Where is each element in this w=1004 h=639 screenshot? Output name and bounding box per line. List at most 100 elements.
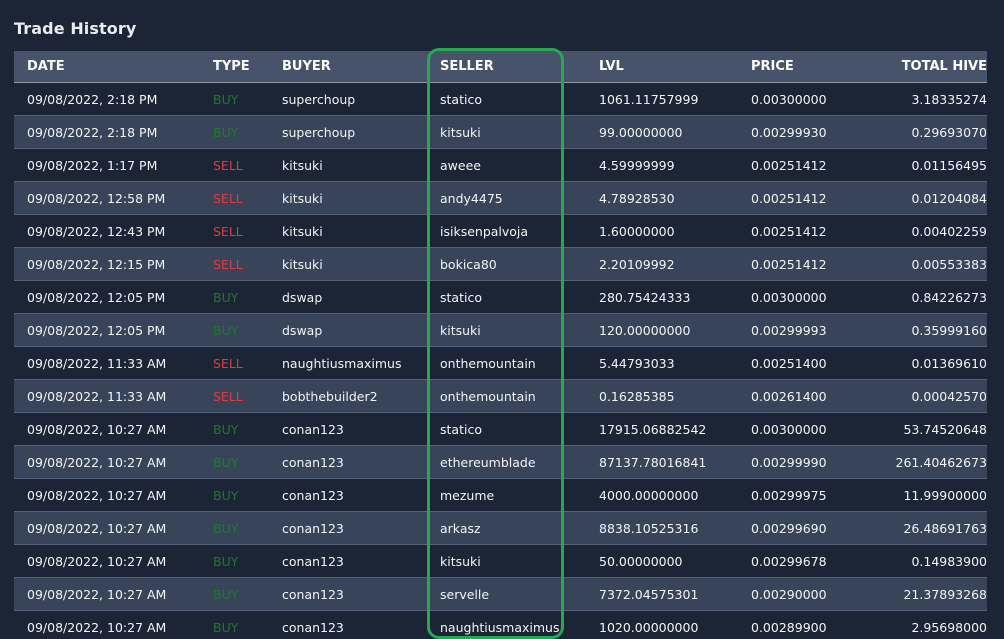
cell-total-hive: 0.01204084 [911,190,987,206]
cell-price: 0.00300000 [751,421,827,437]
cell-buyer[interactable]: dswap [282,323,440,338]
column-header-date[interactable]: DATE [14,59,213,74]
cell-buyer[interactable]: conan123 [282,620,440,635]
cell-type: BUY [213,421,239,437]
table-row: 09/08/2022, 2:18 PM BUY superchoup kitsuki 9… [14,116,987,149]
cell-price: 0.00300000 [751,91,827,107]
cell-buyer[interactable]: conan123 [282,422,440,437]
cell-date: 09/08/2022, 2:18 PM [27,91,158,107]
table-row: 09/08/2022, 10:27 AM BUY conan123 ethereumb… [14,446,987,479]
cell-total-hive: 261.40462673 [895,454,987,470]
cell-type: BUY [213,520,239,536]
cell-seller[interactable]: kitsuki [440,554,599,569]
table-row: 09/08/2022, 12:05 PM BUY dswap kitsuki 120.0… [14,314,987,347]
cell-seller[interactable]: isiksenpalvoja [440,224,599,239]
cell-lvl: 4.59999999 [599,157,675,173]
cell-price: 0.00299690 [751,520,827,536]
cell-date: 09/08/2022, 12:58 PM [27,190,166,206]
cell-lvl: 87137.78016841 [599,454,707,470]
cell-price: 0.00289900 [751,619,827,635]
cell-total-hive: 0.35999160 [911,322,987,338]
cell-seller[interactable]: andy4475 [440,191,599,206]
cell-buyer[interactable]: kitsuki [282,257,440,272]
cell-seller[interactable]: onthemountain [440,356,599,371]
cell-price: 0.00251412 [751,190,827,206]
cell-price: 0.00251412 [751,223,827,239]
cell-lvl: 7372.04575301 [599,586,699,602]
cell-type: SELL [213,223,243,239]
cell-lvl: 50.00000000 [599,553,683,569]
cell-buyer[interactable]: kitsuki [282,191,440,206]
cell-type: BUY [213,91,239,107]
cell-price: 0.00290000 [751,586,827,602]
table-body: 09/08/2022, 2:18 PM BUY superchoup statico 1… [14,83,987,639]
cell-buyer[interactable]: bobthebuilder2 [282,389,440,404]
cell-total-hive: 0.29693070 [911,124,987,140]
cell-date: 09/08/2022, 12:15 PM [27,256,166,272]
cell-lvl: 8838.10525316 [599,520,699,536]
column-header-buyer[interactable]: BUYER [282,59,440,74]
cell-buyer[interactable]: superchoup [282,125,440,140]
cell-total-hive: 3.18335274 [911,91,987,107]
cell-date: 09/08/2022, 10:27 AM [27,619,167,635]
cell-seller[interactable]: kitsuki [440,125,599,140]
cell-seller[interactable]: bokica80 [440,257,599,272]
table-row: 09/08/2022, 11:33 AM SELL naughtiusmaximus… [14,347,987,380]
cell-lvl: 4000.00000000 [599,487,699,503]
cell-seller[interactable]: ethereumblade [440,455,599,470]
cell-type: BUY [213,124,239,140]
table-row: 09/08/2022, 12:15 PM SELL kitsuki bokica80 2… [14,248,987,281]
table-row: 09/08/2022, 10:27 AM BUY conan123 kitsuki 50… [14,545,987,578]
cell-date: 09/08/2022, 1:17 PM [27,157,158,173]
cell-seller[interactable]: mezume [440,488,599,503]
cell-type: SELL [213,355,243,371]
cell-buyer[interactable]: dswap [282,290,440,305]
cell-buyer[interactable]: naughtiusmaximus [282,356,440,371]
cell-date: 09/08/2022, 12:43 PM [27,223,166,239]
column-header-seller[interactable]: SELLER [440,59,599,74]
cell-buyer[interactable]: kitsuki [282,224,440,239]
cell-seller[interactable]: naughtiusmaximus [440,620,599,635]
cell-price: 0.00299990 [751,454,827,470]
cell-lvl: 4.78928530 [599,190,675,206]
cell-buyer[interactable]: superchoup [282,92,440,107]
cell-type: BUY [213,454,239,470]
cell-seller[interactable]: aweee [440,158,599,173]
cell-buyer[interactable]: conan123 [282,554,440,569]
column-header-lvl[interactable]: LVL [599,59,751,74]
table-row: 09/08/2022, 1:17 PM SELL kitsuki aweee 4.599… [14,149,987,182]
table-row: 09/08/2022, 12:43 PM SELL kitsuki isiksenpa… [14,215,987,248]
column-header-type[interactable]: TYPE [213,59,282,74]
cell-seller[interactable]: kitsuki [440,323,599,338]
cell-seller[interactable]: statico [440,92,599,107]
cell-type: BUY [213,619,239,635]
column-header-price[interactable]: PRICE [751,59,871,74]
cell-seller[interactable]: statico [440,290,599,305]
cell-buyer[interactable]: kitsuki [282,158,440,173]
cell-lvl: 0.16285385 [599,388,675,404]
cell-seller[interactable]: servelle [440,587,599,602]
cell-date: 09/08/2022, 10:27 AM [27,586,167,602]
cell-total-hive: 11.99900000 [903,487,987,503]
cell-buyer[interactable]: conan123 [282,521,440,536]
column-header-total-hive[interactable]: TOTAL HIVE [871,59,987,74]
cell-lvl: 1061.11757999 [599,91,699,107]
cell-type: SELL [213,157,243,173]
cell-seller[interactable]: onthemountain [440,389,599,404]
cell-total-hive: 53.74520648 [903,421,987,437]
page-title: Trade History [14,19,137,38]
cell-buyer[interactable]: conan123 [282,455,440,470]
cell-date: 09/08/2022, 12:05 PM [27,289,166,305]
trade-history-page: Trade History DATE TYPE BUYER SELLER LVL… [0,0,1004,639]
cell-date: 09/08/2022, 2:18 PM [27,124,158,140]
cell-lvl: 280.75424333 [599,289,691,305]
cell-total-hive: 0.00402259 [911,223,987,239]
table-row: 09/08/2022, 2:18 PM BUY superchoup statico 1… [14,83,987,116]
cell-type: SELL [213,256,243,272]
cell-lvl: 5.44793033 [599,355,675,371]
cell-buyer[interactable]: conan123 [282,488,440,503]
cell-seller[interactable]: arkasz [440,521,599,536]
cell-buyer[interactable]: conan123 [282,587,440,602]
cell-type: BUY [213,322,239,338]
cell-seller[interactable]: statico [440,422,599,437]
